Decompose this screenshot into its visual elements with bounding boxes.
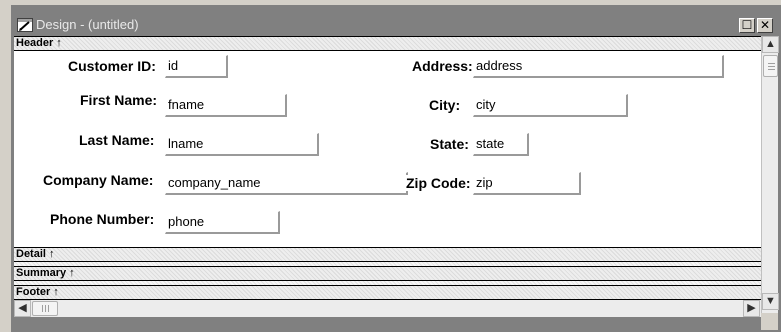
company-name-label: Company Name: — [41, 172, 156, 188]
close-button[interactable]: ✕ — [757, 18, 773, 33]
design-canvas: Header ↑ Customer ID: First Name: Last Na… — [14, 36, 761, 300]
size-grip[interactable] — [761, 313, 778, 330]
first-name-label: First Name: — [78, 92, 160, 108]
summary-band-label: Summary — [16, 267, 67, 279]
zip-code-label: Zip Code: — [404, 175, 473, 191]
footer-band-label: Footer — [16, 286, 51, 298]
header-band-bar[interactable]: Header ↑ — [14, 36, 761, 51]
detail-band-arrow-icon: ↑ — [48, 248, 55, 260]
scroll-right-button[interactable]: ▶ — [743, 300, 760, 317]
scroll-down-button[interactable]: ▼ — [762, 293, 779, 310]
scroll-up-button[interactable]: ▲ — [762, 36, 779, 53]
zip-code-field[interactable]: zip — [473, 172, 581, 195]
header-band-arrow-icon: ↑ — [56, 37, 62, 49]
city-field[interactable]: city — [473, 94, 628, 117]
footer-band-arrow-icon: ↑ — [53, 286, 59, 298]
restore-button[interactable]: ☐ — [739, 18, 755, 33]
city-label: City: — [427, 97, 463, 113]
first-name-field[interactable]: fname — [165, 94, 287, 117]
customer-id-field[interactable]: id — [165, 55, 228, 78]
window-title: Design - (untitled) — [36, 17, 139, 32]
window-titlebar[interactable]: Design - (untitled) ☐ ✕ — [14, 15, 781, 36]
state-label: State: — [428, 136, 471, 152]
last-name-field[interactable]: lname — [165, 133, 319, 156]
vertical-scroll-thumb[interactable] — [763, 55, 778, 77]
phone-number-field[interactable]: phone — [165, 211, 280, 234]
horizontal-scroll-thumb[interactable] — [32, 301, 58, 316]
scroll-left-button[interactable]: ◀ — [14, 300, 31, 317]
summary-band-arrow-icon: ↑ — [69, 267, 75, 279]
customer-id-label: Customer ID: — [66, 58, 158, 74]
horizontal-scrollbar[interactable]: ◀ ▶ — [14, 300, 761, 317]
phone-number-label: Phone Number: — [48, 211, 157, 227]
address-field[interactable]: address — [473, 55, 724, 78]
pencil-window-icon — [17, 18, 33, 32]
vertical-scrollbar[interactable]: ▲ ▼ — [761, 36, 779, 313]
state-field[interactable]: state — [473, 133, 529, 156]
last-name-label: Last Name: — [77, 132, 157, 148]
summary-band-bar[interactable]: Summary ↑ — [14, 266, 761, 281]
company-name-field[interactable]: company_name — [165, 172, 408, 195]
address-label: Address: — [410, 58, 475, 74]
header-band-label: Header — [16, 37, 54, 49]
detail-band-bar[interactable]: Detail ↑ — [14, 247, 761, 262]
footer-band-bar[interactable]: Footer ↑ — [14, 285, 761, 300]
detail-band-label: Detail — [16, 248, 46, 260]
design-window: Design - (untitled) ☐ ✕ Header ↑ Customer… — [10, 4, 781, 332]
